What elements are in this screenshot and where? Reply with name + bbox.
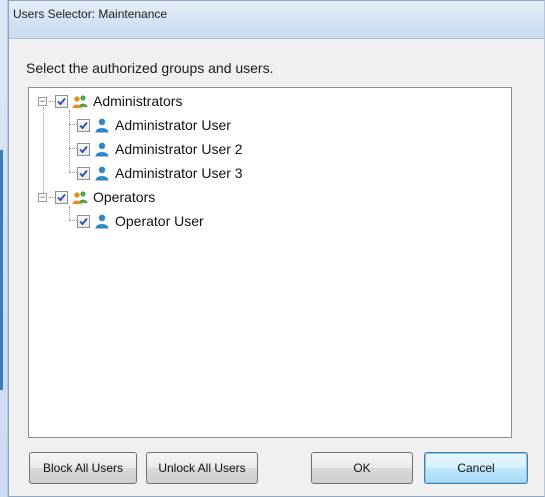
tree-node-label: Administrator User 2 xyxy=(115,141,243,157)
group-icon xyxy=(72,191,88,204)
checkbox-operators[interactable] xyxy=(55,190,68,204)
tree-node-label: Administrator User xyxy=(115,117,231,133)
tree-node-label: Operators xyxy=(93,189,156,205)
tree-node-operators[interactable]: − Operators xyxy=(38,186,155,208)
tree-node-administrator-user-2[interactable]: Administrator User 2 xyxy=(77,138,243,160)
tree-connector-line xyxy=(69,110,70,172)
checkbox-operator-user[interactable] xyxy=(77,214,90,228)
checkmark-icon xyxy=(79,169,88,177)
group-icon xyxy=(72,95,88,108)
tree-connector-line xyxy=(43,107,44,197)
tree-node-administrator-user[interactable]: Administrator User xyxy=(77,114,231,136)
tree-connector-line xyxy=(69,206,70,220)
checkbox-administrators[interactable] xyxy=(55,94,68,108)
tree-node-administrator-user-3[interactable]: Administrator User 3 xyxy=(77,162,243,184)
cancel-button[interactable]: Cancel xyxy=(424,452,528,484)
title-bar[interactable]: Users Selector: Maintenance xyxy=(9,1,544,39)
instruction-text: Select the authorized groups and users. xyxy=(26,60,274,76)
user-icon xyxy=(95,166,109,181)
tree-node-label: Administrator User 3 xyxy=(115,165,243,181)
checkmark-icon xyxy=(79,217,88,225)
tree-node-label: Administrators xyxy=(93,93,183,109)
users-tree[interactable]: − Administrators Administrator User Admi… xyxy=(28,87,512,438)
tree-connector-line xyxy=(69,148,77,149)
background-window-accent xyxy=(0,150,3,390)
checkbox-administrator-user-2[interactable] xyxy=(77,142,90,156)
block-all-users-button[interactable]: Block All Users xyxy=(29,452,137,484)
unlock-all-users-button[interactable]: Unlock All Users xyxy=(146,452,258,484)
tree-node-operator-user[interactable]: Operator User xyxy=(77,210,204,232)
checkmark-icon xyxy=(79,145,88,153)
checkmark-icon xyxy=(57,193,66,201)
checkbox-administrator-user-3[interactable] xyxy=(77,166,90,180)
checkbox-administrator-user[interactable] xyxy=(77,118,90,132)
tree-connector-line xyxy=(69,172,77,173)
user-icon xyxy=(95,214,109,229)
tree-node-label: Operator User xyxy=(115,213,204,229)
window-title: Users Selector: Maintenance xyxy=(13,7,168,21)
tree-connector-line xyxy=(69,220,77,221)
collapse-icon[interactable]: − xyxy=(38,96,47,106)
collapse-icon[interactable]: − xyxy=(38,192,47,202)
checkmark-icon xyxy=(57,97,66,105)
user-icon xyxy=(95,142,109,157)
background-window-edge xyxy=(0,0,8,497)
user-icon xyxy=(95,118,109,133)
tree-node-administrators[interactable]: − Administrators xyxy=(38,90,182,112)
checkmark-icon xyxy=(79,121,88,129)
tree-connector-line xyxy=(69,124,77,125)
ok-button[interactable]: OK xyxy=(311,452,413,484)
